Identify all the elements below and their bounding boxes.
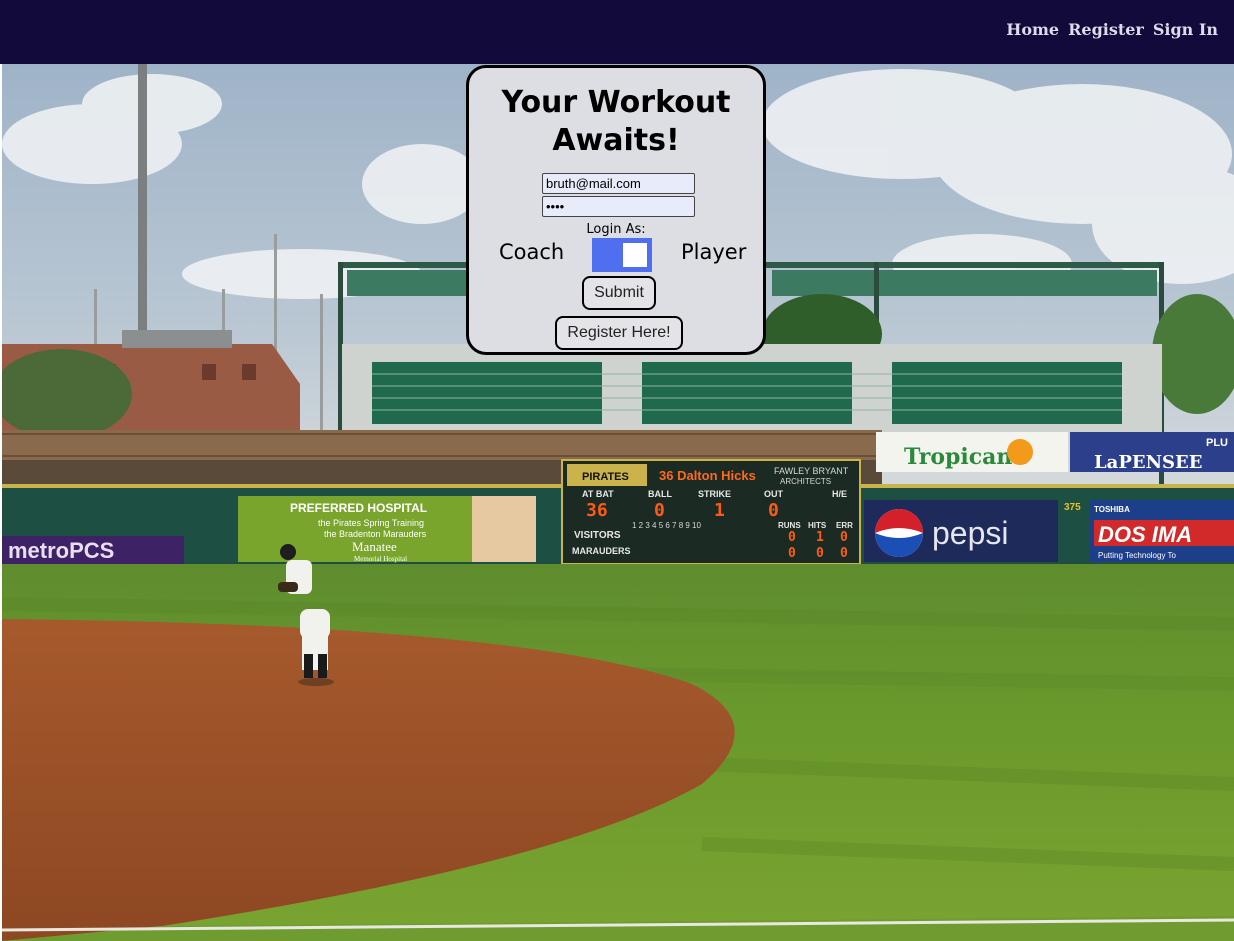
svg-text:0: 0 bbox=[654, 500, 665, 521]
nav-home-link[interactable]: Home bbox=[1006, 20, 1059, 39]
email-field[interactable] bbox=[542, 173, 695, 194]
nav-register-link[interactable]: Register bbox=[1068, 20, 1144, 39]
svg-text:Memorial Hospital: Memorial Hospital bbox=[354, 555, 407, 563]
svg-text:Manatee: Manatee bbox=[352, 539, 397, 554]
svg-text:0: 0 bbox=[816, 546, 824, 561]
svg-text:STRIKE: STRIKE bbox=[698, 489, 731, 499]
svg-text:PREFERRED HOSPITAL: PREFERRED HOSPITAL bbox=[290, 501, 427, 515]
svg-text:RUNS: RUNS bbox=[778, 521, 801, 530]
metropcs-ad: metroPCS bbox=[8, 538, 114, 563]
top-navigation-bar: Home Register Sign In bbox=[0, 0, 1234, 64]
svg-text:0: 0 bbox=[788, 530, 796, 545]
login-card: Your Workout Awaits! Login As: Coach Pla… bbox=[466, 65, 766, 355]
svg-text:the Pirates Spring Training: the Pirates Spring Training bbox=[318, 518, 424, 528]
svg-text:AT BAT: AT BAT bbox=[582, 489, 614, 499]
svg-text:375: 375 bbox=[1064, 502, 1081, 513]
svg-text:BALL: BALL bbox=[648, 489, 672, 499]
svg-text:the Bradenton Marauders: the Bradenton Marauders bbox=[324, 529, 427, 539]
svg-text:0: 0 bbox=[840, 546, 848, 561]
coach-role-label: Coach bbox=[499, 240, 565, 264]
svg-text:ARCHITECTS: ARCHITECTS bbox=[780, 477, 831, 486]
nav-links: Home Register Sign In bbox=[1006, 20, 1218, 39]
svg-text:36 Dalton Hicks: 36 Dalton Hicks bbox=[659, 468, 756, 483]
login-as-label: Login As: bbox=[586, 222, 646, 237]
player-role-label: Player bbox=[681, 240, 747, 264]
svg-text:pepsi: pepsi bbox=[932, 515, 1009, 551]
password-field[interactable] bbox=[542, 196, 695, 217]
register-here-button[interactable]: Register Here! bbox=[555, 316, 683, 350]
svg-text:VISITORS: VISITORS bbox=[574, 530, 621, 541]
svg-text:1: 1 bbox=[816, 530, 824, 545]
svg-text:0: 0 bbox=[840, 530, 848, 545]
svg-text:H/E: H/E bbox=[832, 489, 847, 499]
toggle-knob bbox=[623, 243, 647, 267]
svg-text:0: 0 bbox=[788, 546, 796, 561]
svg-text:PLU: PLU bbox=[1206, 437, 1228, 449]
svg-text:1 2 3 4 5 6 7 8 9 10: 1 2 3 4 5 6 7 8 9 10 bbox=[632, 521, 701, 530]
svg-text:1: 1 bbox=[714, 500, 725, 521]
svg-text:HITS: HITS bbox=[808, 521, 827, 530]
svg-text:ERR: ERR bbox=[836, 521, 853, 530]
svg-text:TOSHIBA: TOSHIBA bbox=[1094, 505, 1130, 514]
svg-text:FAWLEY BRYANT: FAWLEY BRYANT bbox=[774, 466, 849, 476]
svg-text:0: 0 bbox=[768, 500, 779, 521]
svg-text:PIRATES: PIRATES bbox=[582, 471, 629, 483]
svg-text:MARAUDERS: MARAUDERS bbox=[572, 546, 631, 556]
svg-text:LaPENSEE: LaPENSEE bbox=[1094, 452, 1202, 473]
login-title: Your Workout Awaits! bbox=[501, 85, 731, 158]
svg-text:36: 36 bbox=[586, 500, 608, 521]
svg-text:OUT: OUT bbox=[764, 489, 784, 499]
submit-button[interactable]: Submit bbox=[582, 276, 656, 310]
role-toggle-switch[interactable] bbox=[592, 238, 652, 272]
svg-text:Putting Technology To: Putting Technology To bbox=[1098, 551, 1177, 560]
svg-text:DOS IMA: DOS IMA bbox=[1098, 522, 1192, 547]
nav-sign-in-link[interactable]: Sign In bbox=[1153, 20, 1218, 39]
